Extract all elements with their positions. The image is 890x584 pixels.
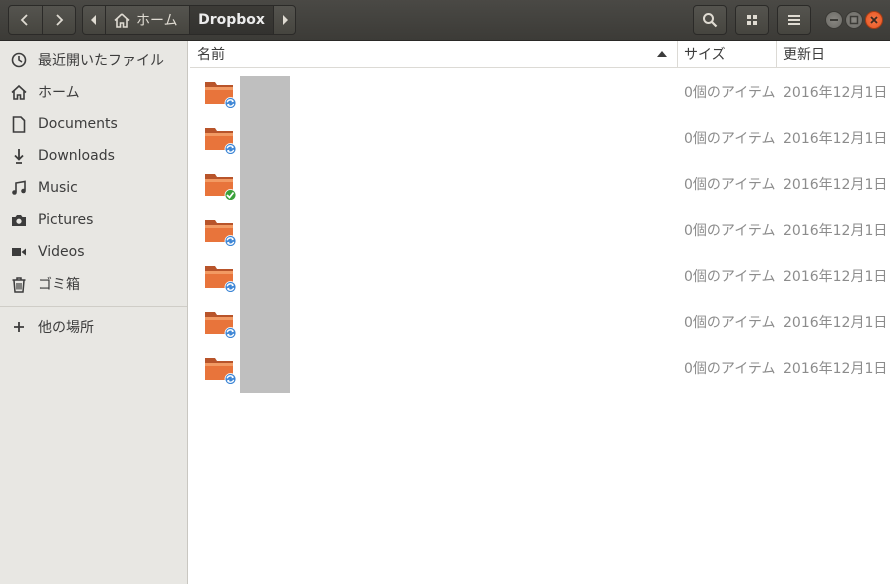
music-icon: [10, 179, 28, 197]
sidebar-item-label: Pictures: [38, 212, 94, 228]
sidebar: 最近開いたファイル ホーム Documents Downloads Music …: [0, 41, 188, 584]
download-icon: [10, 147, 28, 165]
home-icon: [10, 83, 28, 101]
redacted-filenames: [240, 76, 290, 393]
sidebar-item-recent[interactable]: 最近開いたファイル: [0, 44, 187, 76]
view-grid-icon: [747, 15, 757, 25]
sidebar-item-trash[interactable]: ゴミ箱: [0, 268, 187, 300]
search-icon: [703, 13, 718, 28]
item-count: 0個のアイテム: [684, 85, 776, 101]
modified-date: 2016年12月1日: [783, 361, 888, 377]
column-header: 名前 サイズ 更新日: [190, 41, 890, 68]
table-row[interactable]: 0個のアイテム 2016年12月1日: [190, 160, 890, 206]
table-row[interactable]: 0個のアイテム 2016年12月1日: [190, 206, 890, 252]
maximize-button[interactable]: [845, 11, 863, 29]
menu-icon: [788, 15, 800, 25]
item-count: 0個のアイテム: [684, 223, 776, 239]
maximize-icon: [849, 15, 859, 25]
nav-buttons: [8, 5, 76, 35]
folder-icon: [205, 220, 236, 246]
close-button[interactable]: [865, 11, 883, 29]
sidebar-item-label: Documents: [38, 116, 118, 132]
sidebar-item-music[interactable]: Music: [0, 172, 187, 204]
recent-icon: [10, 51, 28, 69]
sidebar-item-label: ゴミ箱: [38, 277, 80, 293]
sidebar-item-label: Music: [38, 180, 78, 196]
modified-date: 2016年12月1日: [783, 85, 888, 101]
column-divider: [677, 41, 678, 67]
search-button[interactable]: [693, 5, 727, 35]
sidebar-divider: [0, 306, 187, 307]
path-scroll-right-button[interactable]: [273, 6, 295, 34]
folder-icon: [205, 312, 236, 338]
folder-icon: [205, 174, 236, 200]
sidebar-item-label: Downloads: [38, 148, 115, 164]
document-icon: [10, 115, 28, 133]
item-count: 0個のアイテム: [684, 361, 776, 377]
column-modified-header[interactable]: 更新日: [783, 41, 883, 67]
menu-button[interactable]: [777, 5, 811, 35]
table-row[interactable]: 0個のアイテム 2016年12月1日: [190, 298, 890, 344]
column-name-header[interactable]: 名前: [197, 41, 677, 67]
table-row[interactable]: 0個のアイテム 2016年12月1日: [190, 344, 890, 390]
video-icon: [10, 243, 28, 261]
folder-icon: [205, 266, 236, 292]
close-icon: [870, 16, 878, 24]
sort-ascending-icon: [657, 51, 667, 57]
path-current-button[interactable]: Dropbox: [189, 6, 273, 34]
path-scroll-left-button[interactable]: [83, 6, 105, 34]
back-icon: [21, 14, 29, 26]
item-count: 0個のアイテム: [684, 269, 776, 285]
folder-icon: [205, 358, 236, 384]
path-current-label: Dropbox: [198, 12, 265, 28]
table-row[interactable]: 0個のアイテム 2016年12月1日: [190, 252, 890, 298]
item-count: 0個のアイテム: [684, 131, 776, 147]
path-home-button[interactable]: ホーム: [105, 6, 189, 34]
forward-button[interactable]: [41, 6, 75, 34]
camera-icon: [10, 211, 28, 229]
sidebar-item-other-locations[interactable]: 他の場所: [0, 311, 187, 343]
sidebar-item-home[interactable]: ホーム: [0, 76, 187, 108]
path-bar: ホーム Dropbox: [82, 5, 296, 35]
sidebar-item-label: 他の場所: [38, 320, 94, 336]
sidebar-item-label: 最近開いたファイル: [38, 53, 164, 69]
modified-date: 2016年12月1日: [783, 315, 888, 331]
folder-icon: [205, 82, 236, 108]
sidebar-item-documents[interactable]: Documents: [0, 108, 187, 140]
sidebar-item-downloads[interactable]: Downloads: [0, 140, 187, 172]
home-icon: [114, 12, 130, 28]
path-home-label: ホーム: [136, 13, 178, 29]
item-count: 0個のアイテム: [684, 177, 776, 193]
caret-left-icon: [91, 15, 96, 25]
back-button[interactable]: [9, 6, 42, 34]
sidebar-item-label: Videos: [38, 244, 85, 260]
file-list: 名前 サイズ 更新日 0個のアイテム 2016年12月1日 0個のアイテム 2016年…: [190, 41, 890, 584]
minimize-button[interactable]: [825, 11, 843, 29]
sidebar-item-pictures[interactable]: Pictures: [0, 204, 187, 236]
column-divider: [776, 41, 777, 67]
minimize-icon: [830, 19, 838, 21]
view-toggle-button[interactable]: [735, 5, 769, 35]
column-size-header[interactable]: サイズ: [684, 41, 776, 67]
table-row[interactable]: 0個のアイテム 2016年12月1日: [190, 68, 890, 114]
folder-icon: [205, 128, 236, 154]
forward-icon: [56, 14, 64, 26]
header-bar: ホーム Dropbox: [0, 0, 890, 41]
trash-icon: [10, 275, 28, 293]
table-row[interactable]: 0個のアイテム 2016年12月1日: [190, 114, 890, 160]
caret-right-icon: [282, 15, 288, 25]
sidebar-item-label: ホーム: [38, 85, 80, 101]
modified-date: 2016年12月1日: [783, 177, 888, 193]
item-count: 0個のアイテム: [684, 315, 776, 331]
modified-date: 2016年12月1日: [783, 131, 888, 147]
column-modified-label: 更新日: [783, 47, 825, 63]
modified-date: 2016年12月1日: [783, 223, 888, 239]
sidebar-item-videos[interactable]: Videos: [0, 236, 187, 268]
column-size-label: サイズ: [684, 47, 726, 63]
column-name-label: 名前: [197, 47, 225, 63]
modified-date: 2016年12月1日: [783, 269, 888, 285]
plus-icon: [10, 318, 28, 336]
